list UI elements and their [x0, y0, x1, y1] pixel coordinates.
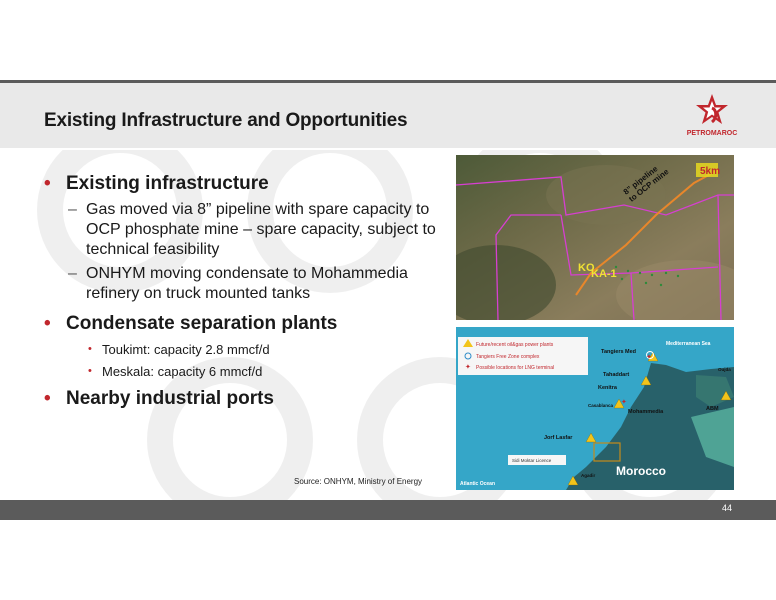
legend-star-icon: ✦	[465, 363, 471, 371]
petromaroc-logo: PETROMAROC	[684, 92, 740, 142]
sub-bullet-item: – ONHYM moving condensate to Mohammedia r…	[68, 265, 408, 302]
sub-bullet-item: • Meskala: capacity 6 mmcf/d	[88, 364, 263, 379]
svg-text:✦: ✦	[621, 398, 627, 406]
star-logo-icon	[696, 94, 728, 124]
city-label: Kenitra	[598, 385, 618, 391]
morocco-map: Future/recent oil&gas power plants Tangi…	[456, 327, 734, 490]
licence-label: Sidi Moktar Licence	[512, 458, 552, 463]
bullet-item: • Nearby industrial ports	[44, 388, 274, 409]
sub-bullet-item: • Toukimt: capacity 2.8 mmcf/d	[88, 342, 270, 357]
city-label: Tangiers Med	[601, 349, 636, 355]
page-title: Existing Infrastructure and Opportunitie…	[44, 110, 408, 131]
slide: Existing Infrastructure and Opportunitie…	[0, 0, 776, 600]
city-label: Mohammedia	[628, 409, 664, 415]
bullet-item: • Condensate separation plants	[44, 313, 338, 334]
legend-item: Tangiers Free Zone complex	[476, 354, 540, 360]
city-label: Casablanca	[588, 403, 614, 408]
bullet-item: • Existing infrastructure	[44, 173, 269, 194]
bullet-list: • Existing infrastructure – Gas moved via …	[44, 172, 444, 415]
ocean-label: Atlantic Ocean	[460, 481, 495, 487]
legend-item: Possible locations for LNG terminal	[476, 365, 554, 371]
sub-bullet-item: – Gas moved via 8” pipeline with spare ca…	[68, 201, 436, 258]
city-label: Oujda	[718, 367, 731, 372]
well-label-ka: KA-1	[591, 268, 617, 280]
legend-item: Future/recent oil&gas power plants	[476, 342, 554, 348]
source-note: Source: ONHYM, Ministry of Energy	[294, 477, 423, 486]
logo-text: PETROMAROC	[686, 130, 738, 137]
country-label: Morocco	[616, 464, 666, 478]
city-label: ABM	[706, 406, 719, 412]
page-number: 44	[721, 503, 732, 513]
satellite-map: 5km 8” pipeline to OCP mine KO KA-1	[456, 155, 734, 320]
footer-bar	[0, 500, 776, 520]
map-scale-label: 5km	[700, 166, 720, 177]
sea-label: Mediterranean Sea	[666, 341, 711, 347]
svg-text:✦: ✦	[646, 353, 652, 361]
city-label: Agadir	[581, 473, 596, 478]
city-label: Jorf Lasfar	[544, 435, 573, 441]
city-label: Tahaddart	[603, 372, 629, 378]
